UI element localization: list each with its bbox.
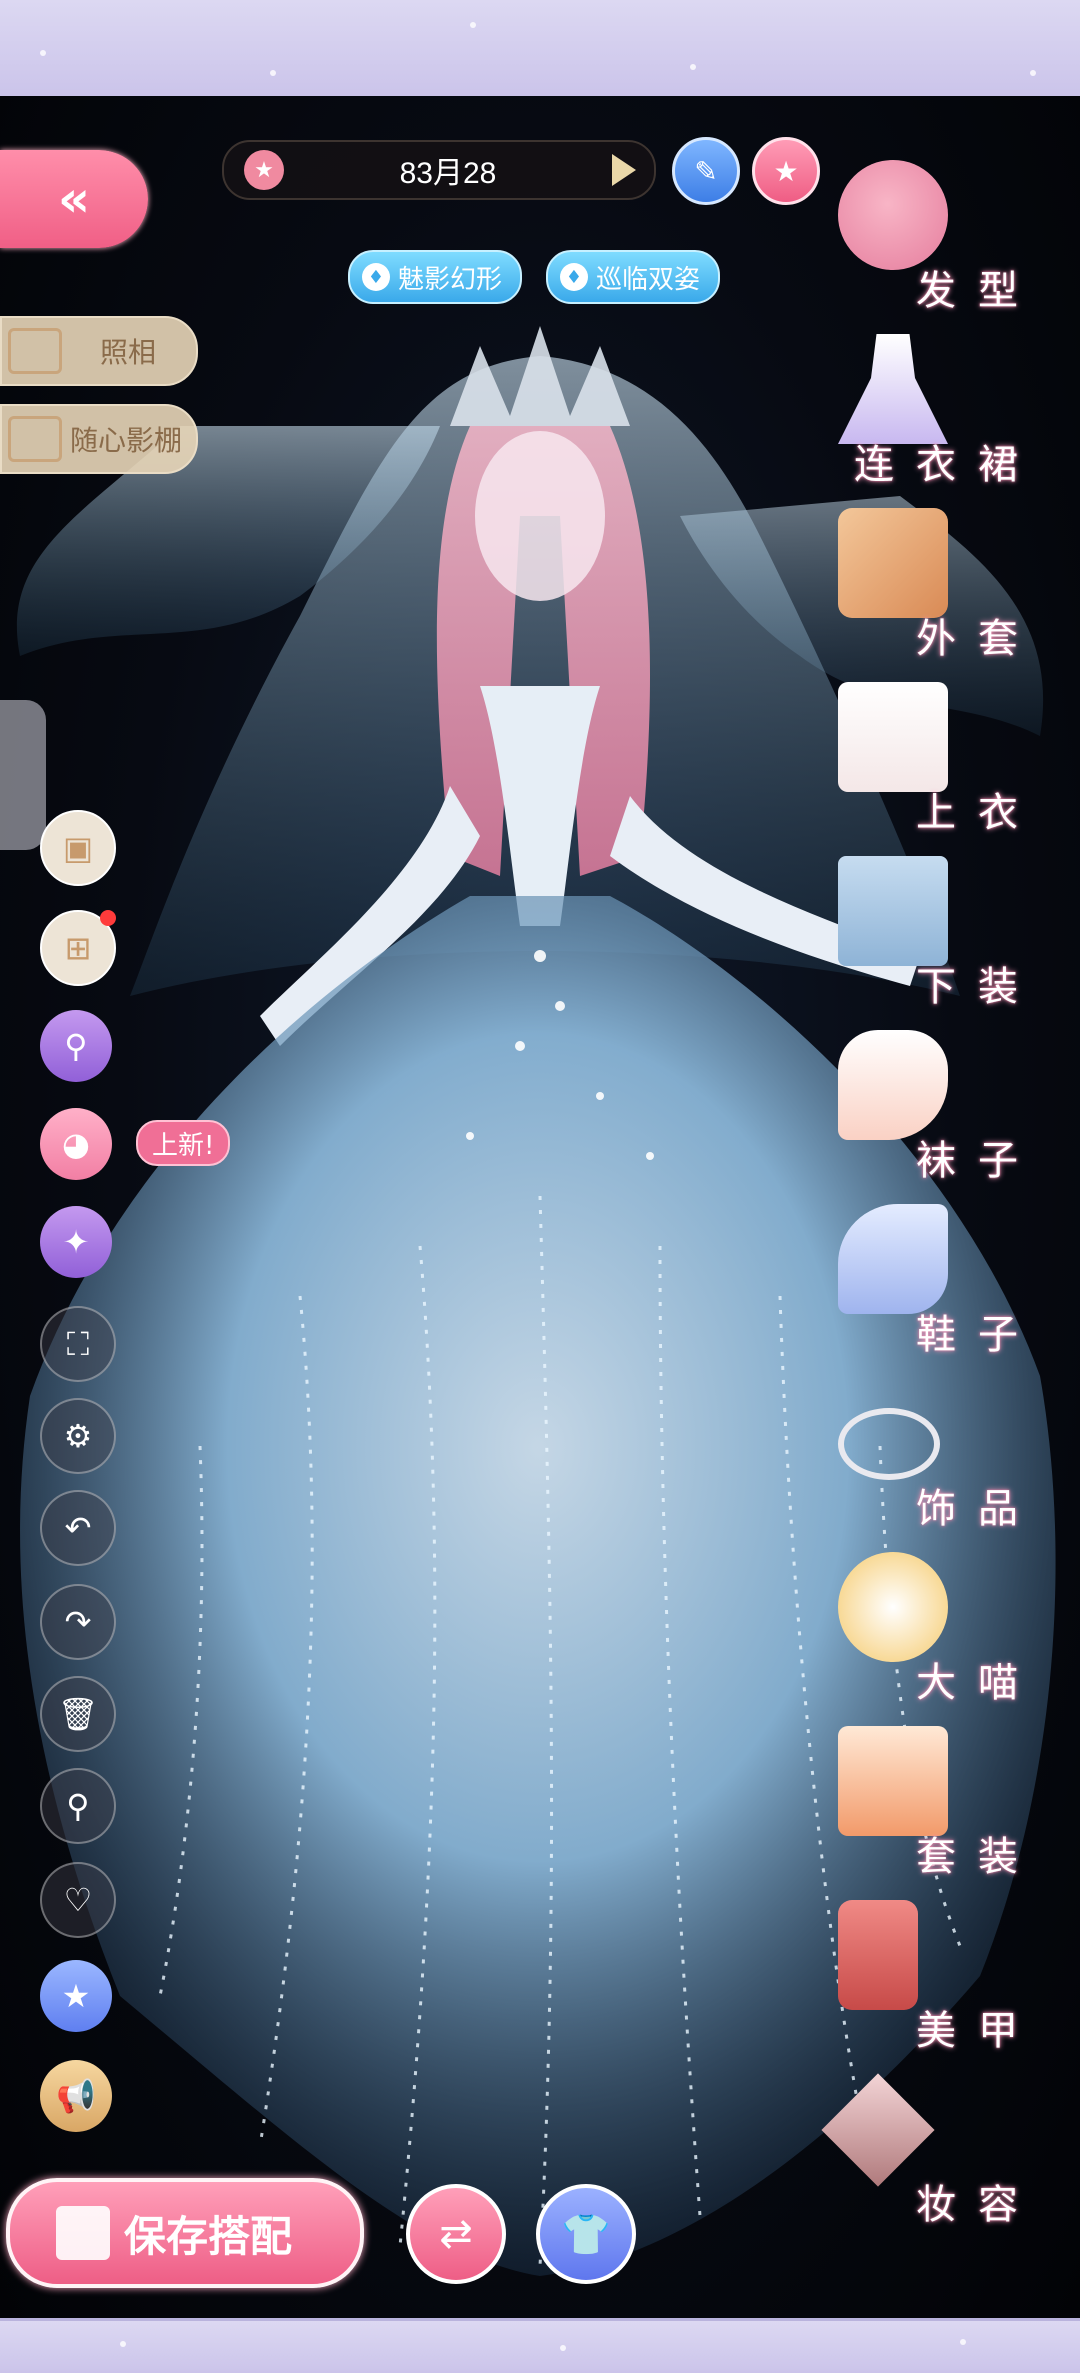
category-label: 套装 [916, 1834, 1040, 1880]
category-label: 连衣裙 [854, 442, 1040, 488]
figure-icon: ♦ [560, 263, 588, 291]
category-hair[interactable]: 发型 [820, 160, 1040, 320]
category-top[interactable]: 上衣 [820, 682, 1040, 842]
undo-icon: ↶ [64, 1509, 92, 1547]
plus-box-icon: ⊞ [64, 929, 92, 967]
studio-button[interactable]: 随心影棚 [0, 404, 198, 474]
magnifier-icon: ⚲ [64, 1027, 88, 1065]
category-label: 外套 [916, 616, 1040, 662]
new-badge: 上新! [136, 1120, 231, 1166]
star-icon: ★ [244, 150, 284, 190]
delete-tool[interactable]: 🗑 [40, 1676, 116, 1752]
top-icon [838, 682, 948, 792]
rating-tool[interactable]: ★ [40, 1960, 112, 2032]
box-icon [8, 416, 62, 462]
star-wand-icon: ✦ [62, 1223, 90, 1261]
category-label: 饰品 [916, 1486, 1040, 1532]
category-makeup[interactable]: 妆容 [820, 2073, 1040, 2234]
redo-icon: ↷ [64, 1603, 92, 1641]
palette-icon: ◕ [62, 1125, 90, 1163]
switch-button[interactable]: ⇄ [406, 2184, 506, 2284]
shirt-icon: 👕 [561, 2211, 611, 2258]
coat-icon [838, 508, 948, 618]
search-icon: ⚲ [66, 1787, 90, 1825]
shoe-icon [838, 1204, 948, 1314]
makeup-icon [821, 2073, 935, 2187]
search-tool[interactable]: ⚲ [40, 1768, 116, 1844]
heart-icon: ♡ [63, 1881, 93, 1919]
switch-icon: ⇄ [439, 2211, 473, 2257]
category-dress[interactable]: 连衣裙 [820, 334, 1040, 494]
nail-polish-icon [838, 1900, 918, 2010]
category-label: 发型 [916, 268, 1040, 314]
date-selector[interactable]: ★ 83月28 [222, 140, 656, 200]
dress-icon [838, 334, 948, 444]
fullscreen-tool[interactable]: ⛶ [40, 1306, 116, 1382]
bottom-icon [838, 856, 948, 966]
category-label: 美甲 [916, 2008, 1040, 2054]
studio-label: 随心影棚 [70, 424, 183, 457]
category-label: 鞋子 [916, 1312, 1040, 1358]
accessory-icon [838, 1408, 940, 1480]
favorite-button[interactable]: ★ [752, 137, 820, 205]
announcement-tool[interactable]: 📢 [40, 2060, 112, 2132]
pose-tag-label: 巡临双姿 [596, 264, 701, 295]
category-socks[interactable]: 袜子 [820, 1030, 1040, 1190]
pose-tag-label: 魅影幻形 [398, 264, 503, 295]
category-label: 下装 [916, 964, 1040, 1010]
cat-icon [838, 1552, 948, 1662]
palette-tool[interactable]: ◕ [40, 1108, 112, 1180]
category-bottom[interactable]: 下装 [820, 856, 1040, 1016]
edit-button[interactable]: ✎ [672, 137, 740, 205]
outfit-button[interactable]: 👕 [536, 2184, 636, 2284]
category-label: 大喵 [916, 1660, 1040, 1706]
category-label: 上衣 [916, 790, 1040, 836]
camera-icon [8, 328, 62, 374]
category-label: 妆容 [916, 2182, 1040, 2228]
pencil-icon: ✎ [694, 154, 718, 188]
category-suit[interactable]: 套装 [820, 1726, 1040, 1886]
settings-tool[interactable]: ⚙ [40, 1398, 116, 1474]
bottom-status-band [0, 2318, 1080, 2373]
search-filter-tool[interactable]: ⚲ [40, 1010, 112, 1082]
save-label: 保存搭配 [124, 2211, 293, 2261]
save-icon [56, 2206, 110, 2260]
suit-icon [838, 1726, 948, 1836]
category-shoes[interactable]: 鞋子 [820, 1204, 1040, 1364]
effect-tool[interactable]: ✦ [40, 1206, 112, 1278]
pose-tag-2[interactable]: ♦ 巡临双姿 [546, 250, 721, 304]
save-outfit-button[interactable]: 保存搭配 [6, 2178, 364, 2288]
hair-icon [838, 160, 948, 270]
expand-icon: ⛶ [66, 1324, 90, 1363]
star-badge-icon: ★ [61, 1977, 91, 2015]
date-label: 83月28 [399, 157, 497, 190]
pose-tag-1[interactable]: ♦ 魅影幻形 [348, 250, 523, 304]
megaphone-icon: 📢 [56, 2077, 96, 2115]
add-item-tool[interactable]: ⊞ [40, 910, 116, 986]
photo-button[interactable]: 照相 [0, 316, 198, 386]
top-status-band [0, 0, 1080, 99]
redo-tool[interactable]: ↷ [40, 1584, 116, 1660]
photo-label: 照相 [100, 336, 157, 369]
category-label: 袜子 [916, 1138, 1040, 1184]
category-coat[interactable]: 外套 [820, 508, 1040, 668]
back-button[interactable]: « [0, 150, 148, 248]
star-icon: ★ [773, 154, 799, 188]
figure-icon: ♦ [362, 263, 390, 291]
category-cat[interactable]: 大喵 [820, 1552, 1040, 1712]
gear-icon: ⚙ [63, 1417, 93, 1455]
side-drawer-handle[interactable] [0, 700, 46, 850]
wardrobe-tool[interactable]: ▣ [40, 810, 116, 886]
sock-icon [838, 1030, 948, 1140]
category-nails[interactable]: 美甲 [820, 1900, 1040, 2060]
category-accessories[interactable]: 饰品 [820, 1378, 1040, 1538]
wardrobe-icon: ▣ [62, 829, 94, 867]
notification-dot [100, 910, 116, 926]
like-tool[interactable]: ♡ [40, 1862, 116, 1938]
undo-tool[interactable]: ↶ [40, 1490, 116, 1566]
next-arrow-icon[interactable] [612, 154, 636, 186]
trash-icon: 🗑 [57, 1695, 99, 1733]
